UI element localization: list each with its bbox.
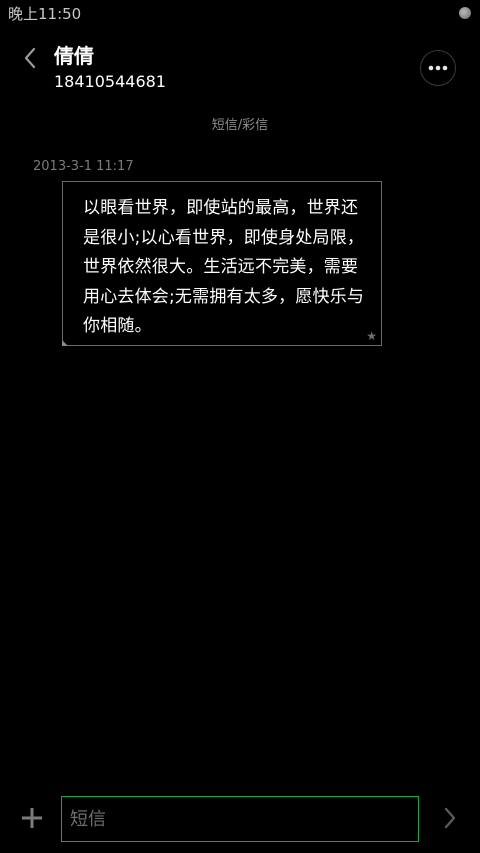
plus-icon: [22, 808, 42, 828]
chevron-right-icon: [444, 807, 456, 829]
contact-number: 18410544681: [54, 72, 166, 91]
message-type-label: 短信/彩信: [211, 118, 269, 133]
more-options-button[interactable]: [420, 50, 456, 86]
message-text: 以眼看世界，即使站的最高，世界还是很小;以心看世界，即使身处局限，世界依然很大。…: [83, 198, 365, 336]
add-attachment-button[interactable]: [18, 804, 46, 832]
conversation-header: 倩倩 18410544681: [0, 30, 480, 110]
status-dot-icon: [459, 7, 471, 19]
bubble-corner-icon: [62, 340, 68, 346]
message-input[interactable]: [61, 796, 419, 842]
status-bar: 晚上11:50: [0, 0, 480, 28]
message-bubble[interactable]: 以眼看世界，即使站的最高，世界还是很小;以心看世界，即使身处局限，世界依然很大。…: [62, 181, 382, 346]
status-time: 晚上11:50: [8, 5, 82, 23]
more-dots-icon: [428, 65, 448, 71]
send-button[interactable]: [438, 804, 462, 832]
composer-bar: [0, 790, 480, 850]
star-icon[interactable]: ★: [366, 329, 377, 343]
message-timestamp: 2013-3-1 11:17: [33, 159, 134, 174]
back-button[interactable]: [16, 44, 44, 72]
contact-name: 倩倩: [54, 44, 94, 68]
chevron-left-icon: [24, 47, 36, 69]
